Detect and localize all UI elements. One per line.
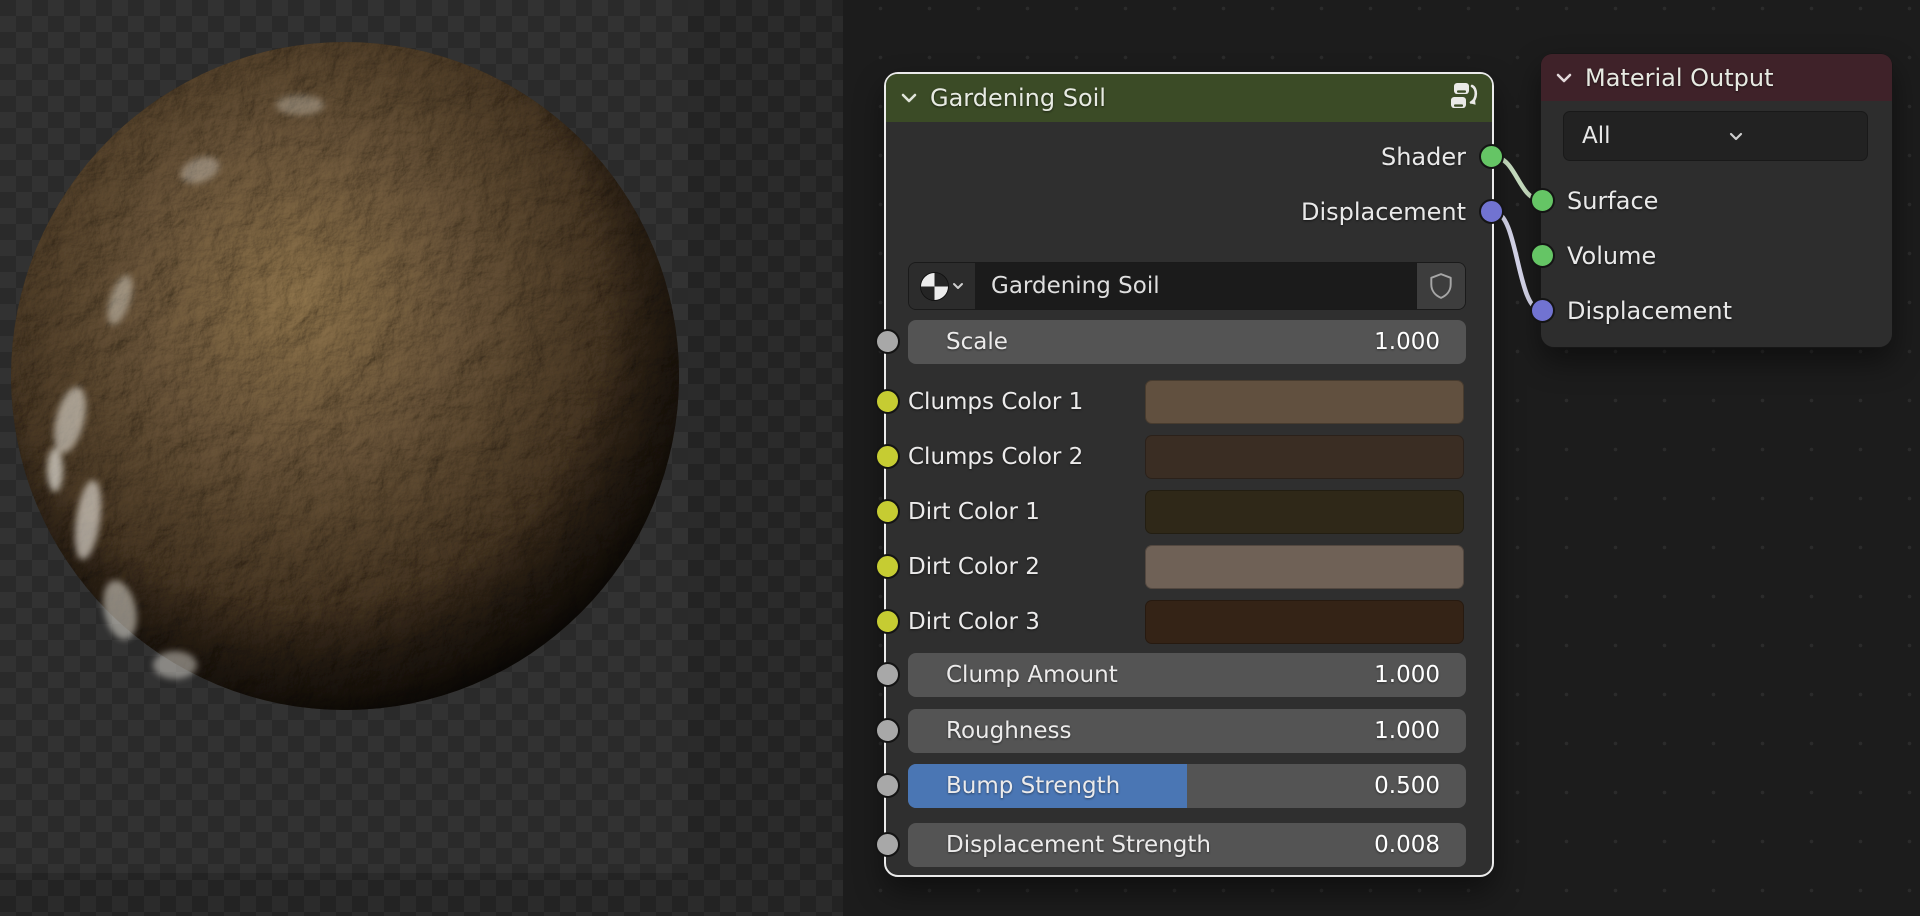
input-row-volume: Volume	[1541, 234, 1892, 278]
socket-input-clumps-color-2[interactable]	[875, 444, 900, 469]
target-dropdown-value: All	[1582, 123, 1710, 149]
material-name-value: Gardening Soil	[991, 273, 1160, 299]
material-name-field[interactable]: Gardening Soil	[975, 263, 1416, 309]
param-row-bump-strength: Bump Strength 0.500	[908, 764, 1466, 808]
input-row-displacement: Displacement	[1541, 289, 1892, 333]
collapse-chevron-icon[interactable]	[1553, 67, 1575, 89]
material-sphere-icon	[921, 273, 948, 300]
socket-output-shader[interactable]	[1479, 144, 1504, 169]
param-row-clumps-color-1: Clumps Color 1	[908, 380, 1466, 424]
material-browse-button[interactable]	[909, 263, 975, 309]
shield-icon	[1428, 272, 1454, 300]
dirt-color-2-swatch[interactable]	[1145, 545, 1464, 589]
param-row-scale: Scale 1.000	[908, 320, 1466, 364]
socket-input-displacement[interactable]	[1530, 298, 1555, 323]
socket-input-surface[interactable]	[1530, 188, 1555, 213]
chevron-down-icon	[1728, 128, 1856, 144]
clump-amount-slider[interactable]: Clump Amount 1.000	[908, 653, 1466, 697]
chevron-down-icon	[952, 280, 964, 292]
param-row-dirt-color-3: Dirt Color 3	[908, 600, 1466, 644]
param-row-clumps-color-2: Clumps Color 2	[908, 435, 1466, 479]
dirt-color-1-swatch[interactable]	[1145, 490, 1464, 534]
blender-shader-editor: Gardening Soil Shader Displacement	[0, 0, 1920, 916]
socket-input-scale[interactable]	[875, 329, 900, 354]
output-row-displacement: Displacement	[908, 190, 1466, 234]
gardening-soil-header[interactable]: Gardening Soil	[886, 74, 1492, 122]
socket-input-dirt-color-1[interactable]	[875, 499, 900, 524]
clumps-color-1-swatch[interactable]	[1145, 380, 1464, 424]
socket-input-displacement-strength[interactable]	[875, 832, 900, 857]
material-preview-panel	[0, 0, 843, 916]
socket-input-clump-amount[interactable]	[875, 662, 900, 687]
scale-slider[interactable]: Scale 1.000	[908, 320, 1466, 364]
output-row-shader: Shader	[908, 135, 1466, 179]
collapse-chevron-icon[interactable]	[898, 87, 920, 109]
material-preview-sphere	[0, 0, 843, 916]
socket-input-dirt-color-2[interactable]	[875, 554, 900, 579]
param-row-dirt-color-2: Dirt Color 2	[908, 545, 1466, 589]
displacement-strength-slider[interactable]: Displacement Strength 0.008	[908, 823, 1466, 867]
clumps-color-2-swatch[interactable]	[1145, 435, 1464, 479]
socket-input-volume[interactable]	[1530, 243, 1555, 268]
socket-input-roughness[interactable]	[875, 718, 900, 743]
node-title: Material Output	[1585, 64, 1774, 92]
socket-input-dirt-color-3[interactable]	[875, 609, 900, 634]
material-output-header[interactable]: Material Output	[1541, 54, 1892, 101]
param-row-roughness: Roughness 1.000	[908, 709, 1466, 753]
roughness-slider[interactable]: Roughness 1.000	[908, 709, 1466, 753]
bump-strength-slider[interactable]: Bump Strength 0.500	[908, 764, 1466, 808]
output-label-shader: Shader	[1381, 143, 1466, 171]
param-row-clump-amount: Clump Amount 1.000	[908, 653, 1466, 697]
input-row-surface: Surface	[1541, 179, 1892, 223]
node-material-output[interactable]: Material Output All Surface Volume Displ…	[1540, 53, 1893, 348]
socket-input-clumps-color-1[interactable]	[875, 389, 900, 414]
material-datablock-selector: Gardening Soil	[908, 262, 1466, 310]
node-title: Gardening Soil	[930, 84, 1106, 112]
node-gardening-soil[interactable]: Gardening Soil Shader Displacement	[884, 72, 1494, 877]
socket-input-bump-strength[interactable]	[875, 773, 900, 798]
dirt-color-3-swatch[interactable]	[1145, 600, 1464, 644]
socket-output-displacement[interactable]	[1479, 199, 1504, 224]
fake-user-button[interactable]	[1416, 263, 1465, 309]
param-row-displacement-strength: Displacement Strength 0.008	[908, 823, 1466, 867]
param-row-dirt-color-1: Dirt Color 1	[908, 490, 1466, 534]
output-label-displacement: Displacement	[1301, 198, 1466, 226]
node-group-icon	[1448, 81, 1480, 115]
target-dropdown[interactable]: All	[1563, 111, 1868, 161]
